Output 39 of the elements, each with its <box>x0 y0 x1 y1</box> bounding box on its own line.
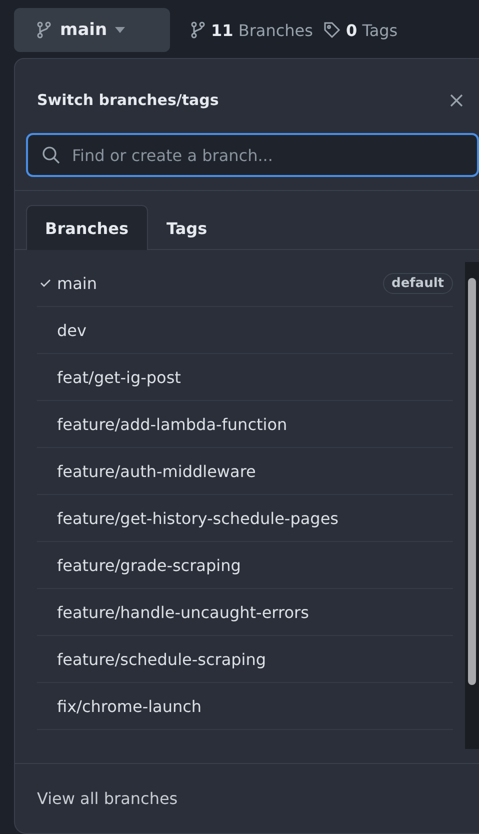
branch-name: feat/get-ig-post <box>57 368 182 386</box>
branch-name: feature/handle-uncaught-errors <box>57 602 310 622</box>
branch-item[interactable]: feature/grade-scraping <box>37 542 453 589</box>
branch-name: feature/schedule-scraping <box>57 650 268 668</box>
branch-select-button[interactable]: main <box>14 8 170 52</box>
branch-item[interactable]: feature/handle-uncaught-errors <box>37 589 453 636</box>
branch-name: feature/grade-scraping <box>57 556 242 574</box>
branch-name: dev <box>57 320 88 340</box>
branch-item[interactable]: main default <box>37 260 453 307</box>
tab[interactable]: Branches <box>26 205 148 250</box>
tags-link[interactable]: 0 Tags <box>322 20 398 40</box>
branch-icon <box>36 21 52 39</box>
branch-item[interactable]: feature/get-history-schedule-pages <box>37 495 453 542</box>
search-icon <box>42 146 60 164</box>
branch-icon <box>190 21 206 39</box>
branch-name: feature/add-lambda-function <box>57 414 288 434</box>
branch-item[interactable]: fix/chrome-launch <box>37 683 453 730</box>
branch-item[interactable]: feature/auth-middleware <box>37 448 453 495</box>
branch-name: fix/chrome-launch <box>57 696 203 716</box>
tab[interactable]: Tags <box>148 205 226 250</box>
close-button[interactable] <box>450 94 463 106</box>
branch-search-field[interactable]: Find or create a branch... <box>70 144 463 166</box>
view-all-branches-link[interactable]: View all branches <box>37 789 178 808</box>
popover-title: Switch branches/tags <box>37 91 219 109</box>
count-label: 11 Branches <box>211 20 313 40</box>
count-label: 0 Tags <box>346 20 398 40</box>
branch-item[interactable]: feat/get-ig-post <box>37 354 453 401</box>
branch-name: feature/get-history-schedule-pages <box>57 508 340 528</box>
tag-icon <box>322 21 341 39</box>
close-icon <box>450 94 463 106</box>
default-label: default <box>382 272 453 294</box>
branch-item[interactable]: feature/add-lambda-function <box>37 401 453 448</box>
caret-icon <box>115 27 126 33</box>
branch-name: main <box>57 274 98 292</box>
branches-link[interactable]: 11 Branches <box>190 20 313 40</box>
search-box[interactable]: Find or create a branch... <box>26 133 479 177</box>
branch-item[interactable]: feature/schedule-scraping <box>37 636 453 683</box>
branch-item[interactable]: dev <box>37 307 453 354</box>
branch-name: feature/auth-middleware <box>57 462 257 480</box>
